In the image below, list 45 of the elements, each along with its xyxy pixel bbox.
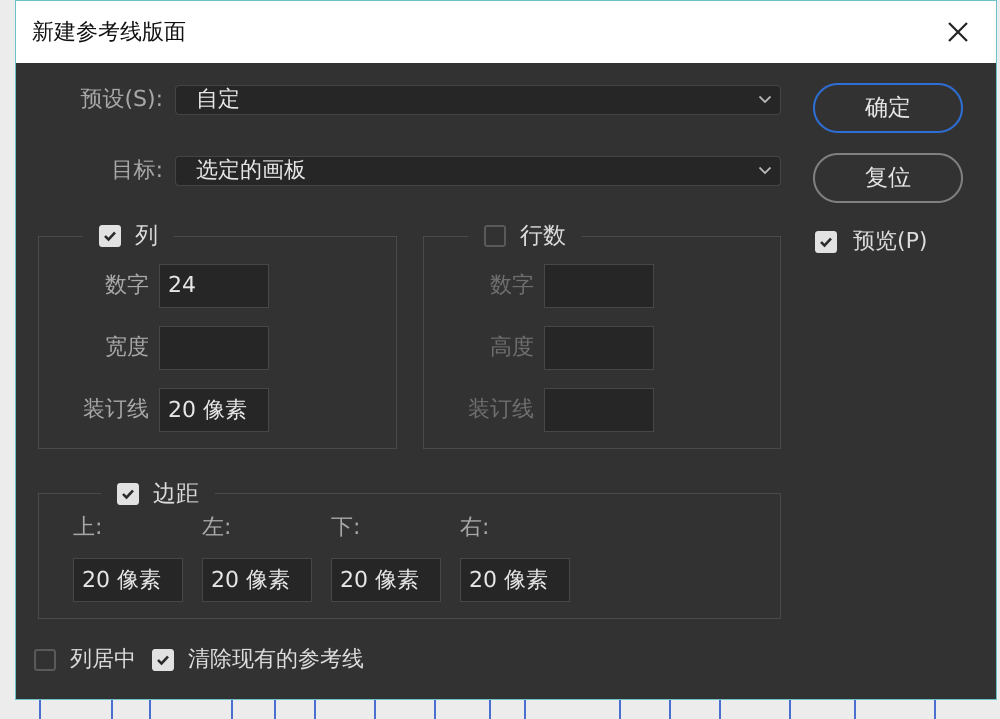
- field-label: 高度: [489, 334, 534, 362]
- reset-button[interactable]: 复位: [813, 153, 963, 203]
- checkbox[interactable]: [484, 225, 506, 248]
- chevron-down-icon: [758, 95, 772, 104]
- group-label: 列: [135, 222, 158, 251]
- chevron-down-icon: [758, 166, 772, 175]
- checkmark-icon: [103, 230, 117, 242]
- close-icon: [947, 21, 969, 43]
- input-field[interactable]: 20 像素: [331, 558, 441, 602]
- field-label: 宽度: [104, 334, 149, 362]
- dropdown[interactable]: 选定的画板: [175, 156, 781, 186]
- input-field[interactable]: 20 像素: [73, 558, 183, 602]
- dropdown-value: 自定: [196, 88, 240, 110]
- input-field[interactable]: 20 像素: [460, 558, 570, 602]
- checkbox[interactable]: [117, 482, 139, 505]
- field-label: 数字: [104, 272, 149, 300]
- checkbox-label: 列居中: [70, 646, 136, 674]
- preset-label: 预设(S):: [79, 86, 163, 114]
- input-field[interactable]: 20 像素: [202, 558, 312, 602]
- checkbox-label: 清除现有的参考线: [188, 646, 364, 674]
- checkbox[interactable]: [152, 648, 174, 670]
- group-label: 边距: [153, 480, 199, 508]
- group-label: 行数: [520, 222, 566, 251]
- dropdown[interactable]: 自定: [175, 84, 781, 114]
- field-label: 数字: [489, 272, 534, 300]
- field-label: 下:: [331, 514, 362, 542]
- checkbox-label: 预览(P): [853, 228, 928, 256]
- checkbox[interactable]: [99, 225, 121, 248]
- field-label: 装订线: [82, 396, 149, 424]
- checkmark-icon: [156, 654, 170, 666]
- checkmark-icon: [819, 236, 833, 248]
- field-label: 上:: [73, 514, 104, 542]
- dropdown-value: 选定的画板: [196, 160, 306, 182]
- input-field[interactable]: 24: [159, 264, 269, 308]
- checkbox[interactable]: [34, 648, 56, 670]
- window-title: 新建参考线版面: [32, 18, 186, 46]
- input-field[interactable]: 20 像素: [159, 388, 269, 432]
- ok-button[interactable]: 确定: [813, 83, 963, 133]
- field-label: 右:: [460, 514, 490, 542]
- checkmark-icon: [121, 488, 135, 500]
- field-label: 装订线: [467, 396, 534, 424]
- input-field[interactable]: [159, 326, 269, 370]
- field-label: 左:: [202, 514, 232, 542]
- checkbox[interactable]: [815, 230, 837, 252]
- target-label: 目标:: [110, 157, 163, 185]
